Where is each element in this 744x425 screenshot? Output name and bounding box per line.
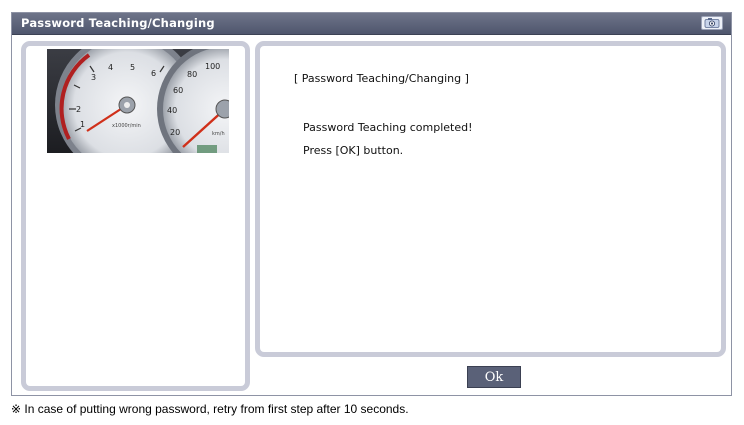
tach-label-5: 5 xyxy=(130,63,135,72)
tach-label-2: 2 xyxy=(76,105,81,114)
speed-unit: km/h xyxy=(212,131,225,137)
speed-label-80: 80 xyxy=(187,70,197,79)
dialog-window: Password Teaching/Changing 1 2 3 4 5 6 x… xyxy=(11,12,732,396)
speed-label-40: 40 xyxy=(167,106,177,115)
camera-icon[interactable] xyxy=(701,16,723,30)
tach-label-6: 6 xyxy=(151,69,156,78)
speed-label-20: 20 xyxy=(170,128,180,137)
instrument-cluster-image: 1 2 3 4 5 6 x1000r/min 20 40 60 80 100 k… xyxy=(47,49,229,153)
tach-label-3: 3 xyxy=(91,73,96,82)
message-heading: [ Password Teaching/Changing ] xyxy=(294,72,469,85)
speed-label-60: 60 xyxy=(173,86,183,95)
title-bar: Password Teaching/Changing xyxy=(12,13,731,35)
tach-label-4: 4 xyxy=(108,63,113,72)
message-status: Password Teaching completed! xyxy=(303,121,473,134)
tach-unit: x1000r/min xyxy=(112,123,141,129)
image-panel: 1 2 3 4 5 6 x1000r/min 20 40 60 80 100 k… xyxy=(21,41,250,391)
speed-label-100: 100 xyxy=(205,62,220,71)
ok-button[interactable]: Ok xyxy=(467,366,521,388)
message-panel: [ Password Teaching/Changing ] Password … xyxy=(255,41,726,357)
window-title: Password Teaching/Changing xyxy=(21,16,215,30)
footnote: ※ In case of putting wrong password, ret… xyxy=(11,402,409,416)
tach-label-1: 1 xyxy=(80,120,85,129)
message-instruction: Press [OK] button. xyxy=(303,144,404,157)
